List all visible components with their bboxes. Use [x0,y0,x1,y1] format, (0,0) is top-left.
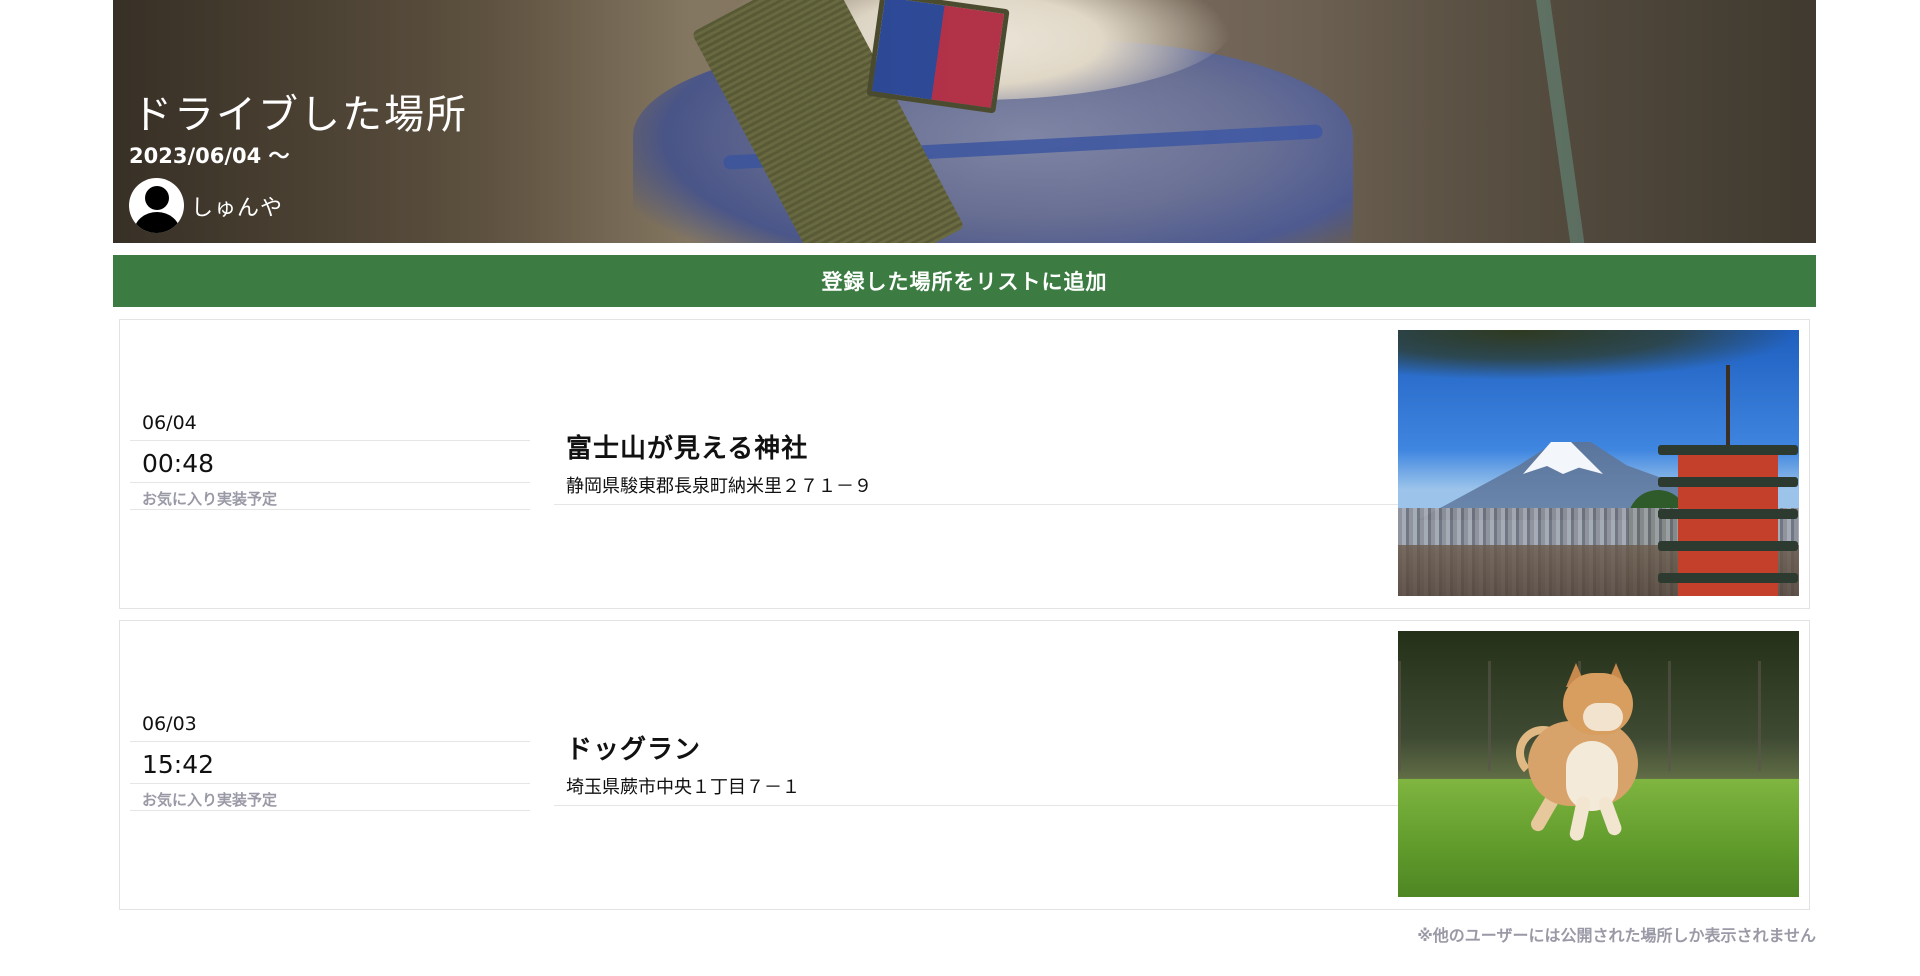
header-banner: ドライブした場所 2023/06/04 〜 しゅんや [113,0,1816,243]
drive-date: 2023/06/04 〜 [129,144,290,168]
place-info: 富士山が見える神社 静岡県駿東郡長泉町納米里２７１－９ [554,428,1400,505]
place-info: ドッグラン 埼玉県蕨市中央１丁目７－１ [554,729,1400,806]
visit-date: 06/04 [130,412,530,441]
place-name[interactable]: ドッグラン [566,729,1388,766]
place-name[interactable]: 富士山が見える神社 [566,428,1388,465]
place-card[interactable]: 06/04 00:48 お気に入り実装予定 富士山が見える神社 静岡県駿東郡長泉… [119,319,1810,609]
add-places-button[interactable]: 登録した場所をリストに追加 [113,255,1816,307]
favorite-placeholder[interactable]: お気に入り実装予定 [130,784,530,811]
place-meta: 06/03 15:42 お気に入り実装予定 [130,713,530,811]
page-title: ドライブした場所 [132,92,468,138]
user-info[interactable]: しゅんや [129,178,283,233]
avatar-icon[interactable] [129,178,184,233]
visibility-note: ※他のユーザーには公開された場所しか表示されません [1417,926,1816,945]
visit-time: 15:42 [130,742,530,784]
place-photo-fuji[interactable] [1398,330,1799,596]
place-address: 埼玉県蕨市中央１丁目７－１ [566,777,800,798]
place-meta: 06/04 00:48 お気に入り実装予定 [130,412,530,510]
favorite-placeholder[interactable]: お気に入り実装予定 [130,483,530,510]
place-card[interactable]: 06/03 15:42 お気に入り実装予定 ドッグラン 埼玉県蕨市中央１丁目７－… [119,620,1810,910]
place-photo-dog[interactable] [1398,631,1799,897]
visit-date: 06/03 [130,713,530,742]
visit-time: 00:48 [130,441,530,483]
place-address: 静岡県駿東郡長泉町納米里２７１－９ [566,476,872,497]
page-container: ドライブした場所 2023/06/04 〜 しゅんや 登録した場所をリストに追加… [113,0,1816,946]
user-name[interactable]: しゅんや [191,190,283,222]
